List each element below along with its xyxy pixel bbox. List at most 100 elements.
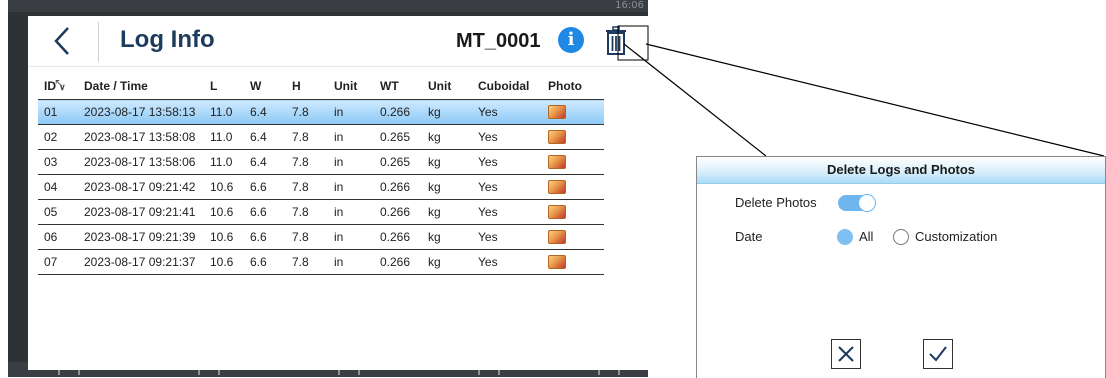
cell-cuboidal: Yes bbox=[472, 224, 542, 250]
info-icon[interactable]: i bbox=[558, 27, 584, 53]
cell-h: 7.8 bbox=[286, 174, 328, 200]
column-header-cuboidal[interactable]: Cuboidal bbox=[472, 74, 542, 100]
table-row[interactable]: 01 2023-08-17 13:58:13 11.0 6.4 7.8 in 0… bbox=[38, 99, 604, 125]
cell-cuboidal: Yes bbox=[472, 149, 542, 175]
cell-wt: 0.265 bbox=[374, 124, 422, 150]
confirm-button[interactable] bbox=[923, 339, 953, 369]
cell-unit: in bbox=[328, 249, 374, 275]
cell-id: 05 bbox=[38, 199, 78, 225]
column-header-unit[interactable]: Unit bbox=[328, 74, 374, 100]
cell-h: 7.8 bbox=[286, 249, 328, 275]
close-icon bbox=[838, 346, 854, 362]
cell-w: 6.4 bbox=[244, 149, 286, 175]
cell-id: 04 bbox=[38, 174, 78, 200]
toggle-knob bbox=[858, 194, 876, 212]
cell-cuboidal: Yes bbox=[472, 249, 542, 275]
cell-wt: 0.265 bbox=[374, 149, 422, 175]
table-row[interactable]: 04 2023-08-17 09:21:42 10.6 6.6 7.8 in 0… bbox=[38, 174, 604, 200]
cell-cuboidal: Yes bbox=[472, 99, 542, 125]
column-header-datetime[interactable]: Date / Time bbox=[78, 74, 204, 100]
cell-id: 02 bbox=[38, 124, 78, 150]
cell-wt: 0.266 bbox=[374, 199, 422, 225]
cell-photo bbox=[542, 224, 604, 250]
column-header-h[interactable]: H bbox=[286, 74, 328, 100]
cell-wt-unit: kg bbox=[422, 249, 472, 275]
cell-photo bbox=[542, 249, 604, 275]
cell-l: 11.0 bbox=[204, 99, 244, 125]
cell-cuboidal: Yes bbox=[472, 174, 542, 200]
photo-thumbnail-icon[interactable] bbox=[548, 205, 566, 220]
cell-wt: 0.266 bbox=[374, 99, 422, 125]
cell-w: 6.6 bbox=[244, 199, 286, 225]
cell-datetime: 2023-08-17 09:21:41 bbox=[78, 199, 204, 225]
date-option-customization-radio[interactable] bbox=[893, 229, 909, 245]
table-row[interactable]: 05 2023-08-17 09:21:41 10.6 6.6 7.8 in 0… bbox=[38, 199, 604, 225]
cell-w: 6.4 bbox=[244, 124, 286, 150]
cell-datetime: 2023-08-17 09:21:37 bbox=[78, 249, 204, 275]
cell-datetime: 2023-08-17 09:21:39 bbox=[78, 224, 204, 250]
photo-thumbnail-icon[interactable] bbox=[548, 155, 566, 170]
cell-id: 06 bbox=[38, 224, 78, 250]
date-option-customization-label[interactable]: Customization bbox=[915, 229, 997, 244]
delete-logs-dialog: Delete Logs and Photos Delete Photos Dat… bbox=[696, 156, 1106, 378]
clock-text: 16:06 bbox=[615, 0, 644, 11]
checkmark-icon bbox=[929, 346, 947, 362]
back-button[interactable] bbox=[46, 24, 80, 58]
table-row[interactable]: 03 2023-08-17 13:58:06 11.0 6.4 7.8 in 0… bbox=[38, 149, 604, 175]
cell-wt: 0.266 bbox=[374, 249, 422, 275]
cell-unit: in bbox=[328, 199, 374, 225]
cell-h: 7.8 bbox=[286, 99, 328, 125]
cell-w: 6.6 bbox=[244, 224, 286, 250]
panel-header: Log Info MT_0001 i bbox=[28, 16, 648, 67]
cell-photo bbox=[542, 99, 604, 125]
cancel-button[interactable] bbox=[831, 339, 861, 369]
table-row[interactable]: 02 2023-08-17 13:58:08 11.0 6.4 7.8 in 0… bbox=[38, 124, 604, 150]
dialog-title: Delete Logs and Photos bbox=[697, 157, 1105, 184]
header-divider bbox=[98, 22, 99, 62]
date-option-all-label[interactable]: All bbox=[859, 229, 873, 244]
photo-thumbnail-icon[interactable] bbox=[548, 105, 566, 120]
cell-datetime: 2023-08-17 13:58:08 bbox=[78, 124, 204, 150]
cell-w: 6.4 bbox=[244, 99, 286, 125]
cell-l: 11.0 bbox=[204, 124, 244, 150]
log-table: ID ∨ Date / Time L W H Unit WT Unit Cuboi… bbox=[38, 74, 604, 275]
cell-l: 10.6 bbox=[204, 199, 244, 225]
photo-thumbnail-icon[interactable] bbox=[548, 230, 566, 245]
cell-unit: in bbox=[328, 124, 374, 150]
table-row[interactable]: 06 2023-08-17 09:21:39 10.6 6.6 7.8 in 0… bbox=[38, 224, 604, 250]
cell-wt: 0.266 bbox=[374, 174, 422, 200]
cell-wt-unit: kg bbox=[422, 199, 472, 225]
cell-unit: in bbox=[328, 224, 374, 250]
cell-unit: in bbox=[328, 149, 374, 175]
log-info-panel: Log Info MT_0001 i ID ∨ Date / Time L W … bbox=[28, 16, 648, 370]
photo-thumbnail-icon[interactable] bbox=[548, 255, 566, 270]
cell-w: 6.6 bbox=[244, 249, 286, 275]
photo-thumbnail-icon[interactable] bbox=[548, 180, 566, 195]
status-strip: 16:06 bbox=[8, 0, 648, 12]
trash-icon[interactable] bbox=[605, 26, 627, 56]
device-id: MT_0001 bbox=[456, 30, 541, 52]
mouse-cursor-icon: ↖ bbox=[54, 76, 65, 90]
cell-l: 10.6 bbox=[204, 249, 244, 275]
cell-h: 7.8 bbox=[286, 224, 328, 250]
date-option-all-radio[interactable] bbox=[837, 229, 853, 245]
cell-l: 10.6 bbox=[204, 224, 244, 250]
column-header-wt-unit[interactable]: Unit bbox=[422, 74, 472, 100]
cell-cuboidal: Yes bbox=[472, 199, 542, 225]
cell-wt-unit: kg bbox=[422, 149, 472, 175]
delete-photos-label: Delete Photos bbox=[735, 195, 817, 210]
cell-wt-unit: kg bbox=[422, 124, 472, 150]
back-chevron-icon bbox=[54, 27, 69, 55]
cell-datetime: 2023-08-17 13:58:06 bbox=[78, 149, 204, 175]
cell-wt-unit: kg bbox=[422, 224, 472, 250]
column-header-photo[interactable]: Photo bbox=[542, 74, 604, 100]
cell-h: 7.8 bbox=[286, 199, 328, 225]
table-header-row: ID ∨ Date / Time L W H Unit WT Unit Cuboi… bbox=[38, 74, 604, 100]
column-header-l[interactable]: L bbox=[204, 74, 244, 100]
photo-thumbnail-icon[interactable] bbox=[548, 130, 566, 145]
table-row[interactable]: 07 2023-08-17 09:21:37 10.6 6.6 7.8 in 0… bbox=[38, 249, 604, 275]
column-header-wt[interactable]: WT bbox=[374, 74, 422, 100]
column-header-w[interactable]: W bbox=[244, 74, 286, 100]
delete-photos-toggle[interactable] bbox=[838, 194, 876, 212]
cell-cuboidal: Yes bbox=[472, 124, 542, 150]
